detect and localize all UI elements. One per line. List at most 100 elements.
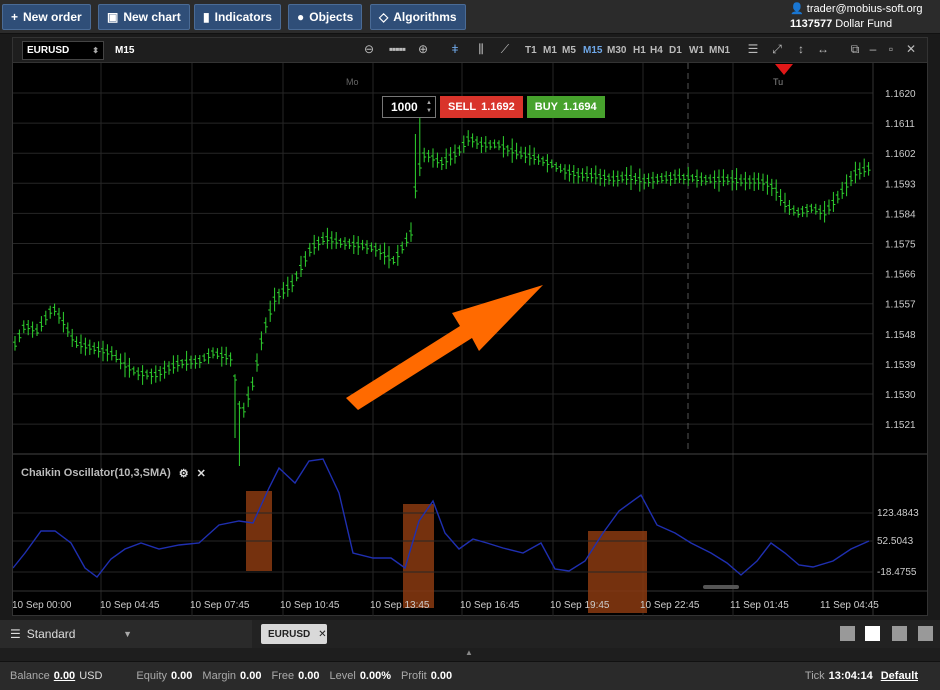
profit-value: 0.00 xyxy=(430,670,453,682)
price-tick-label: 1.1602 xyxy=(885,149,916,160)
free-value: 0.00 xyxy=(298,670,320,682)
quantity-input[interactable]: 1000 ▲ ▼ xyxy=(382,96,436,118)
autoscale-icon[interactable]: ⤢ xyxy=(769,42,785,57)
oscillator-header: Chaikin Oscillator(10,3,SMA) ⚙ ✕ xyxy=(21,467,206,480)
detach-icon[interactable]: ⧉ xyxy=(847,42,863,57)
timeframe-m30[interactable]: M30 xyxy=(607,45,626,56)
day-label-tu: Tu xyxy=(773,77,783,87)
balance-value[interactable]: 0.00 xyxy=(54,670,75,682)
account-info[interactable]: 👤 trader@mobius-soft.org 1137577 Dollar … xyxy=(790,2,932,32)
tick-time: 13:04:14 xyxy=(828,670,873,682)
price-tick-label: 1.1530 xyxy=(885,390,916,401)
time-tick-label: 10 Sep 19:45 xyxy=(550,600,610,611)
time-tick-label: 10 Sep 04:45 xyxy=(100,600,160,611)
new-order-button[interactable]: + New order xyxy=(2,4,91,30)
default-profile-link[interactable]: Default xyxy=(881,670,918,682)
balance-currency: USD xyxy=(79,670,103,682)
bar-chart-icon: ▮ xyxy=(203,10,210,24)
time-tick-label: 10 Sep 07:45 xyxy=(190,600,250,611)
layout-vertical-icon[interactable] xyxy=(892,626,907,641)
buy-button[interactable]: BUY 1.1694 xyxy=(526,96,605,118)
close-icon[interactable]: ✕ xyxy=(318,629,326,640)
free-label: Free xyxy=(271,670,295,682)
horizontal-scale-icon[interactable]: ↔ xyxy=(815,42,831,56)
layout-single-icon[interactable] xyxy=(840,626,855,641)
layout-horizontal-icon[interactable] xyxy=(918,626,933,641)
current-timeframe: M15 xyxy=(115,45,135,56)
menu-icon: ☰ xyxy=(10,627,21,641)
chart-window: EURUSD ⬍ M15 ⊖ ▪▪▪▪▪ ⊕ ǂ ⫼ ⟋ T1 M1 M5 M15 M30… xyxy=(12,37,928,616)
minimize-icon[interactable]: – xyxy=(865,42,881,56)
vertical-scale-icon[interactable]: ↕ xyxy=(793,42,809,56)
time-tick-label: 10 Sep 22:45 xyxy=(640,600,700,611)
oscillator-tick-label: 52.5043 xyxy=(877,536,914,547)
timeframe-h1[interactable]: H1 xyxy=(633,45,646,56)
price-tick-label: 1.1575 xyxy=(885,240,916,251)
one-click-trading: 1000 ▲ ▼ SELL 1.1692 BUY 1.1694 xyxy=(382,96,605,118)
price-tick-label: 1.1611 xyxy=(885,119,915,130)
time-tick-label: 10 Sep 16:45 xyxy=(460,600,520,611)
gear-icon[interactable]: ⚙ xyxy=(179,467,189,480)
chart-settings-icon[interactable]: ☰ xyxy=(745,42,761,56)
new-chart-button[interactable]: ▣ New chart xyxy=(98,4,190,30)
timeframe-h4[interactable]: H4 xyxy=(650,45,663,56)
indicators-button[interactable]: ▮ Indicators xyxy=(194,4,281,30)
profile-selector[interactable]: ☰ Standard ▼ xyxy=(0,620,252,648)
close-icon[interactable]: ✕ xyxy=(197,467,206,480)
workspace-bar: ☰ Standard ▼ EURUSD ✕ xyxy=(0,620,940,648)
margin-value: 0.00 xyxy=(240,670,262,682)
oscillator-tick-label: 123.4843 xyxy=(877,508,919,519)
price-tick-label: 1.1593 xyxy=(885,179,916,190)
objects-button[interactable]: ● Objects xyxy=(288,4,363,30)
symbol-selector[interactable]: EURUSD ⬍ xyxy=(22,41,104,60)
timeframe-mn1[interactable]: MN1 xyxy=(709,45,730,56)
chart-tab-eurusd[interactable]: EURUSD ✕ xyxy=(261,624,327,644)
timeframe-m5[interactable]: M5 xyxy=(562,45,576,56)
timeframe-w1[interactable]: W1 xyxy=(689,45,704,56)
oscillator-highlight-box xyxy=(246,491,272,571)
time-tick-label: 10 Sep 00:00 xyxy=(13,600,72,611)
horizontal-scrollbar xyxy=(703,585,739,589)
oscillator-tick-label: -18.4755 xyxy=(877,567,917,578)
price-tick-label: 1.1566 xyxy=(885,270,916,281)
layout-grid-icon[interactable] xyxy=(865,626,880,641)
main-toolbar: + New order ▣ New chart ▮ Indicators ● Objec… xyxy=(0,0,940,34)
bar-chart-type-icon[interactable]: ǂ xyxy=(447,42,463,56)
chart-canvas[interactable]: 1.1620 1.1611 1.1602 1.1593 1.1584 1.1575 1.15… xyxy=(12,63,927,616)
algorithms-button[interactable]: ◇ Algorithms xyxy=(370,4,466,30)
equity-label: Equity xyxy=(136,670,167,682)
zoom-in-icon[interactable]: ⊕ xyxy=(415,42,431,56)
time-tick-label: 11 Sep 04:45 xyxy=(820,600,879,611)
spinner-icon: ▲ ▼ xyxy=(426,100,432,114)
timeframe-t1[interactable]: T1 xyxy=(525,45,537,56)
objects-icon: ● xyxy=(297,10,305,24)
maximize-icon[interactable]: ▫ xyxy=(883,42,899,56)
timeframe-m1[interactable]: M1 xyxy=(543,45,557,56)
day-label-mo: Mo xyxy=(346,77,359,87)
current-day-marker-icon xyxy=(775,64,793,75)
timeframe-d1[interactable]: D1 xyxy=(669,45,682,56)
close-icon[interactable]: ✕ xyxy=(903,42,919,56)
zoom-slider[interactable]: ▪▪▪▪▪ xyxy=(381,42,413,56)
price-tick-label: 1.1521 xyxy=(885,420,916,431)
chart-area[interactable]: 1.1620 1.1611 1.1602 1.1593 1.1584 1.1575 1.15… xyxy=(12,63,927,616)
oscillator-title: Chaikin Oscillator(10,3,SMA) xyxy=(21,467,171,479)
timeframe-m15[interactable]: M15 xyxy=(583,45,602,56)
price-tick-label: 1.1539 xyxy=(885,360,916,371)
level-label: Level xyxy=(329,670,356,682)
sell-button[interactable]: SELL 1.1692 xyxy=(440,96,523,118)
candle-chart-type-icon[interactable]: ⫼ xyxy=(473,42,489,57)
level-value: 0.00% xyxy=(359,670,392,682)
panel-splitter[interactable]: ▲ xyxy=(0,648,940,661)
price-tick-label: 1.1557 xyxy=(885,300,916,311)
status-bar: Balance 0.00 USD Equity 0.00 Margin 0.00 Fre… xyxy=(0,661,940,690)
zoom-out-icon[interactable]: ⊖ xyxy=(361,42,377,56)
user-icon: 👤 xyxy=(790,3,804,15)
price-tick-label: 1.1584 xyxy=(885,209,916,220)
chart-toolbar: EURUSD ⬍ M15 ⊖ ▪▪▪▪▪ ⊕ ǂ ⫼ ⟋ T1 M1 M5 M15 M30… xyxy=(13,38,927,63)
collapse-icon: ▲ xyxy=(465,648,473,657)
time-tick-label: 10 Sep 13:45 xyxy=(370,600,430,611)
line-chart-type-icon[interactable]: ⟋ xyxy=(497,42,513,57)
time-tick-label: 10 Sep 10:45 xyxy=(280,600,340,611)
updown-icon: ⬍ xyxy=(92,46,99,55)
